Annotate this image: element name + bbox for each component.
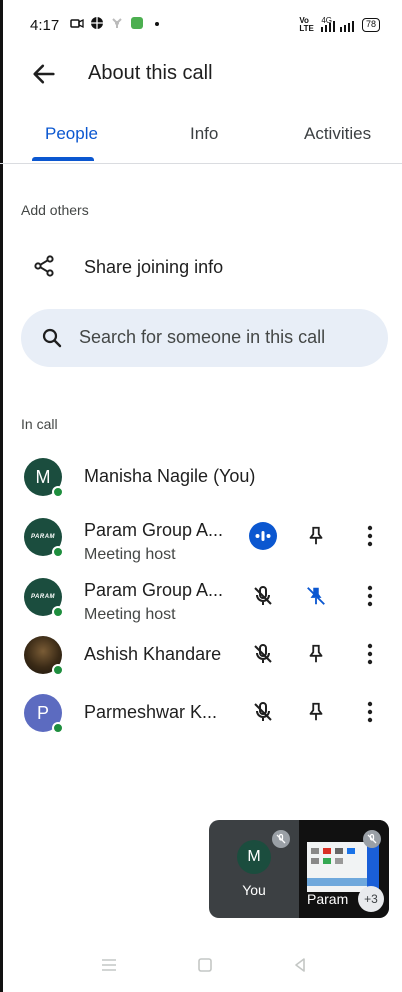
share-icon — [34, 255, 54, 277]
participant-name: Ashish Khandare — [84, 644, 222, 664]
pin-icon — [309, 526, 323, 545]
pin-button[interactable] — [302, 698, 330, 726]
shared-screen-thumbnail — [307, 842, 379, 892]
mic-muted-indicator — [249, 640, 277, 668]
tab-info[interactable]: Info — [190, 124, 218, 144]
participant-row[interactable]: Ashish Khandare — [0, 630, 402, 688]
app-icon — [131, 17, 143, 29]
search-placeholder: Search for someone in this call — [79, 327, 326, 347]
more-vert-icon — [367, 643, 373, 665]
pin-button[interactable] — [302, 640, 330, 668]
back-arrow-icon[interactable] — [30, 60, 58, 88]
pin-icon — [309, 702, 323, 721]
home-nav-icon[interactable] — [196, 956, 214, 974]
share-joining-info-button[interactable]: Share joining info — [0, 242, 402, 294]
avatar: PARAM — [24, 578, 64, 618]
participant-row[interactable]: P Parmeshwar K... — [0, 688, 402, 746]
dot-icon — [155, 22, 159, 26]
system-nav-bar — [0, 950, 402, 980]
search-icon — [42, 328, 62, 348]
status-bar: 4:17 Vo LTE 4G 78 — [0, 0, 402, 52]
avatar: P — [24, 694, 64, 734]
tab-activities[interactable]: Activities — [304, 124, 371, 144]
participant-name: Param Group A... — [84, 580, 224, 600]
online-indicator — [52, 722, 64, 734]
more-options-button[interactable] — [356, 582, 384, 610]
status-time: 4:17 — [30, 17, 60, 34]
pin-button[interactable] — [302, 522, 330, 550]
screen-share-tile: Param +3 — [299, 820, 389, 918]
pin-icon — [309, 644, 323, 663]
globe-icon — [91, 17, 103, 29]
more-vert-icon — [367, 701, 373, 723]
status-icons — [70, 16, 164, 30]
in-call-label: In call — [21, 416, 58, 432]
volte-label: Vo LTE — [299, 16, 314, 33]
avatar — [24, 636, 64, 676]
avatar: PARAM — [24, 518, 64, 558]
search-participants-field[interactable]: Search for someone in this call — [21, 309, 388, 367]
call-preview-window[interactable]: M You Param +3 — [209, 820, 389, 918]
online-indicator — [52, 606, 64, 618]
more-options-button[interactable] — [356, 522, 384, 550]
self-tile: M You — [209, 820, 299, 918]
mic-off-icon — [363, 830, 381, 848]
fan-icon — [112, 18, 122, 28]
participant-name: Manisha Nagile (You) — [84, 466, 256, 486]
signal-icon — [339, 21, 354, 32]
tab-bar: People Info Activities — [0, 112, 402, 164]
more-options-button[interactable] — [356, 698, 384, 726]
participant-role: Meeting host — [84, 606, 176, 623]
participant-row[interactable]: PARAM Param Group A... Meeting host — [0, 572, 402, 630]
more-vert-icon — [367, 585, 373, 607]
online-indicator — [52, 486, 64, 498]
status-right: Vo LTE 4G 78 — [299, 15, 380, 33]
more-options-button[interactable] — [356, 640, 384, 668]
avatar: M — [24, 458, 64, 498]
active-tab-indicator — [32, 157, 94, 161]
add-others-label: Add others — [21, 202, 89, 218]
mic-off-icon — [254, 644, 272, 663]
mic-muted-indicator — [249, 698, 277, 726]
self-label: You — [242, 882, 266, 898]
participant-row[interactable]: M Manisha Nagile (You) — [0, 452, 402, 510]
battery-indicator: 78 — [361, 18, 380, 32]
more-participants-badge: +3 — [358, 886, 384, 912]
unpin-button[interactable] — [302, 582, 330, 610]
participant-name: Param Group A... — [84, 520, 224, 540]
tab-people[interactable]: People — [45, 124, 98, 144]
participant-role: Meeting host — [84, 546, 176, 563]
pinned-icon — [307, 587, 325, 605]
mic-muted-indicator — [249, 582, 277, 610]
online-indicator — [52, 546, 64, 558]
speaking-icon — [249, 522, 277, 550]
mic-off-icon — [254, 702, 272, 721]
back-nav-icon[interactable] — [291, 956, 309, 974]
share-joining-info-label: Share joining info — [84, 257, 224, 277]
participant-name: Parmeshwar K... — [84, 702, 218, 722]
menu-nav-icon[interactable] — [100, 956, 118, 974]
screen-share-label: Param — [307, 891, 349, 907]
self-avatar: M — [237, 840, 271, 874]
participant-row[interactable]: PARAM Param Group A... Meeting host — [0, 512, 402, 570]
mic-off-icon — [272, 830, 290, 848]
more-vert-icon — [367, 525, 373, 547]
speaking-indicator — [249, 522, 277, 550]
net-type: 4G — [321, 15, 332, 25]
video-icon — [70, 18, 84, 29]
page-title: About this call — [88, 62, 213, 84]
online-indicator — [52, 664, 64, 676]
mic-off-icon — [254, 586, 272, 605]
